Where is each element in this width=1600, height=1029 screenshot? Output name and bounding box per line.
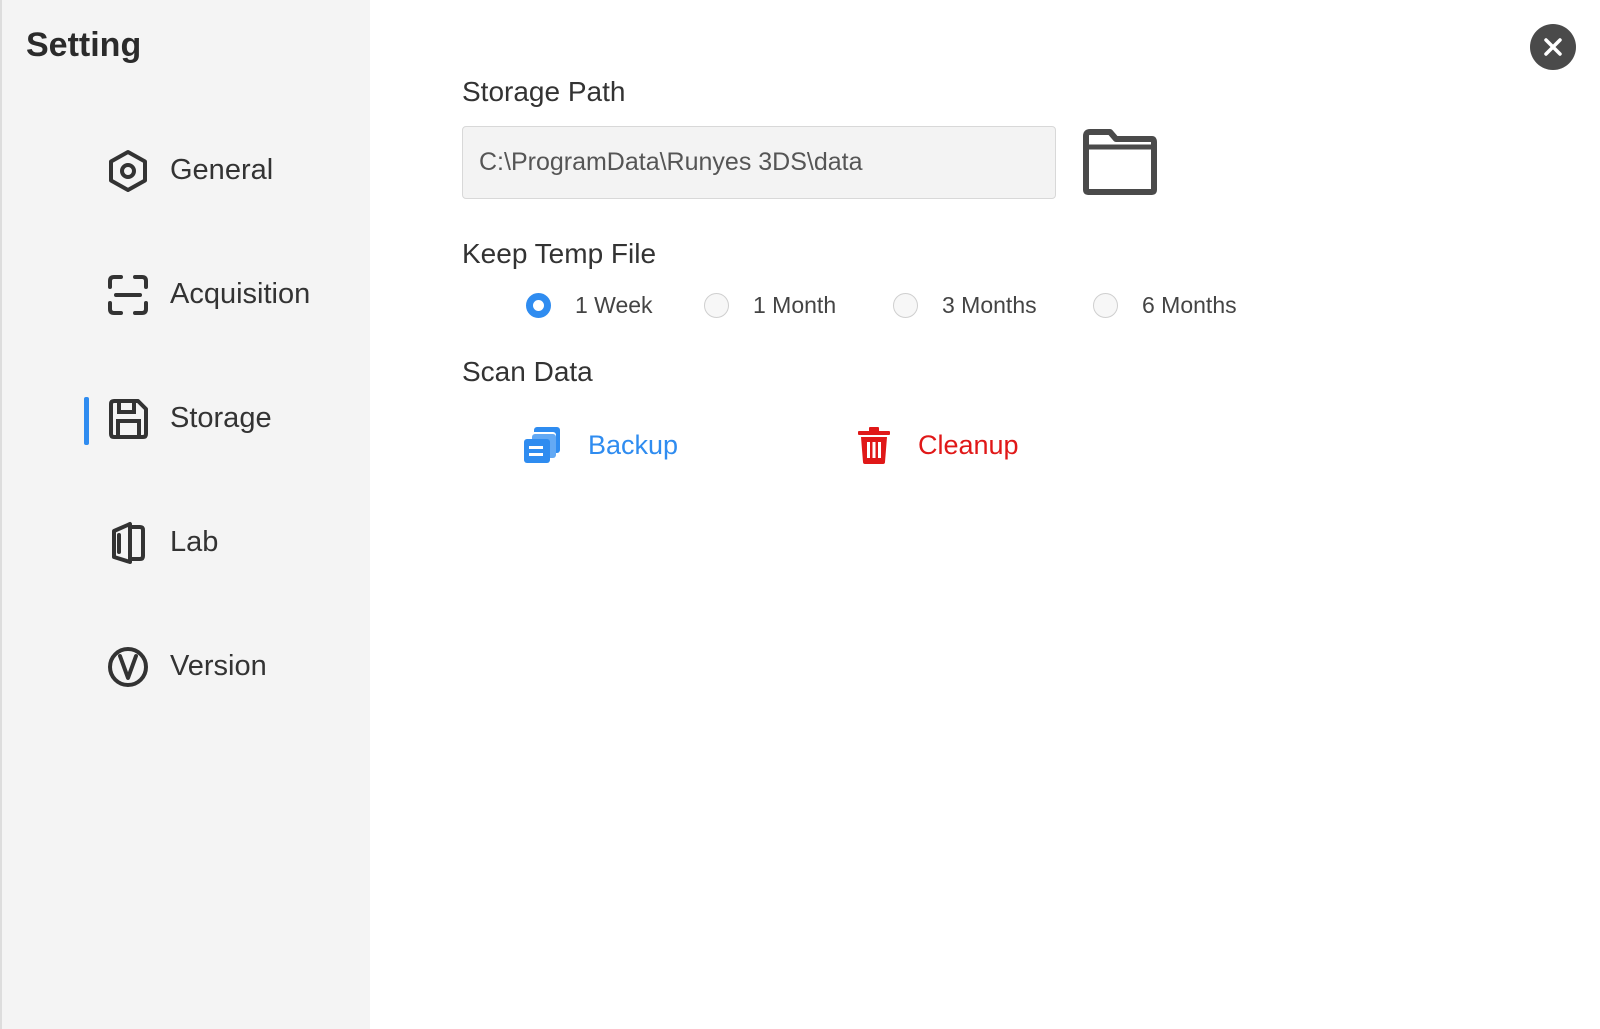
trash-icon [858,427,890,464]
cleanup-label: Cleanup [918,429,1019,460]
version-v-icon [108,647,148,687]
scan-frame-icon [108,275,148,315]
sidebar-item-label: Acquisition [170,278,311,310]
sidebar: Setting General Acquisition Storage Lab … [0,0,370,1029]
radio-3-months[interactable]: 3 Months [893,288,1037,322]
storage-path-input[interactable] [462,126,1056,199]
radio-button[interactable] [893,292,918,318]
radio-label: 1 Month [753,291,837,318]
radio-6-months[interactable]: 6 Months [1093,288,1237,322]
scan-data-title: Scan Data [462,356,593,387]
hexagon-gear-icon [109,150,147,192]
close-button[interactable] [1530,24,1576,70]
sidebar-item-acquisition[interactable]: Acquisition [84,265,354,325]
lab-book-icon [112,522,145,564]
folder-icon[interactable] [1082,128,1158,196]
cleanup-button[interactable]: Cleanup [856,420,1019,470]
radio-label: 6 Months [1142,291,1237,318]
keep-temp-file-title: Keep Temp File [462,238,657,269]
sidebar-item-general[interactable]: General [84,141,354,201]
backup-icon [524,427,560,463]
sidebar-item-label: Storage [170,402,272,434]
floppy-disk-icon [109,399,148,439]
active-indicator [84,397,89,445]
radio-button[interactable] [526,292,551,318]
sidebar-item-label: Version [170,650,267,682]
radio-1-month[interactable]: 1 Month [704,288,836,322]
sidebar-item-storage[interactable]: Storage [84,389,354,449]
backup-label: Backup [588,429,679,460]
radio-button[interactable] [704,292,729,318]
radio-1-week[interactable]: 1 Week [526,288,653,322]
sidebar-item-version[interactable]: Version [84,637,354,697]
app-title: Setting [26,26,142,64]
sidebar-item-label: Lab [170,526,219,558]
radio-button[interactable] [1093,292,1118,318]
close-icon [1544,38,1562,56]
backup-button[interactable]: Backup [522,420,678,470]
sidebar-item-lab[interactable]: Lab [84,513,354,573]
storage-path-title: Storage Path [462,76,626,107]
sidebar-item-label: General [170,154,274,186]
radio-label: 3 Months [942,291,1037,318]
radio-label: 1 Week [575,291,653,318]
